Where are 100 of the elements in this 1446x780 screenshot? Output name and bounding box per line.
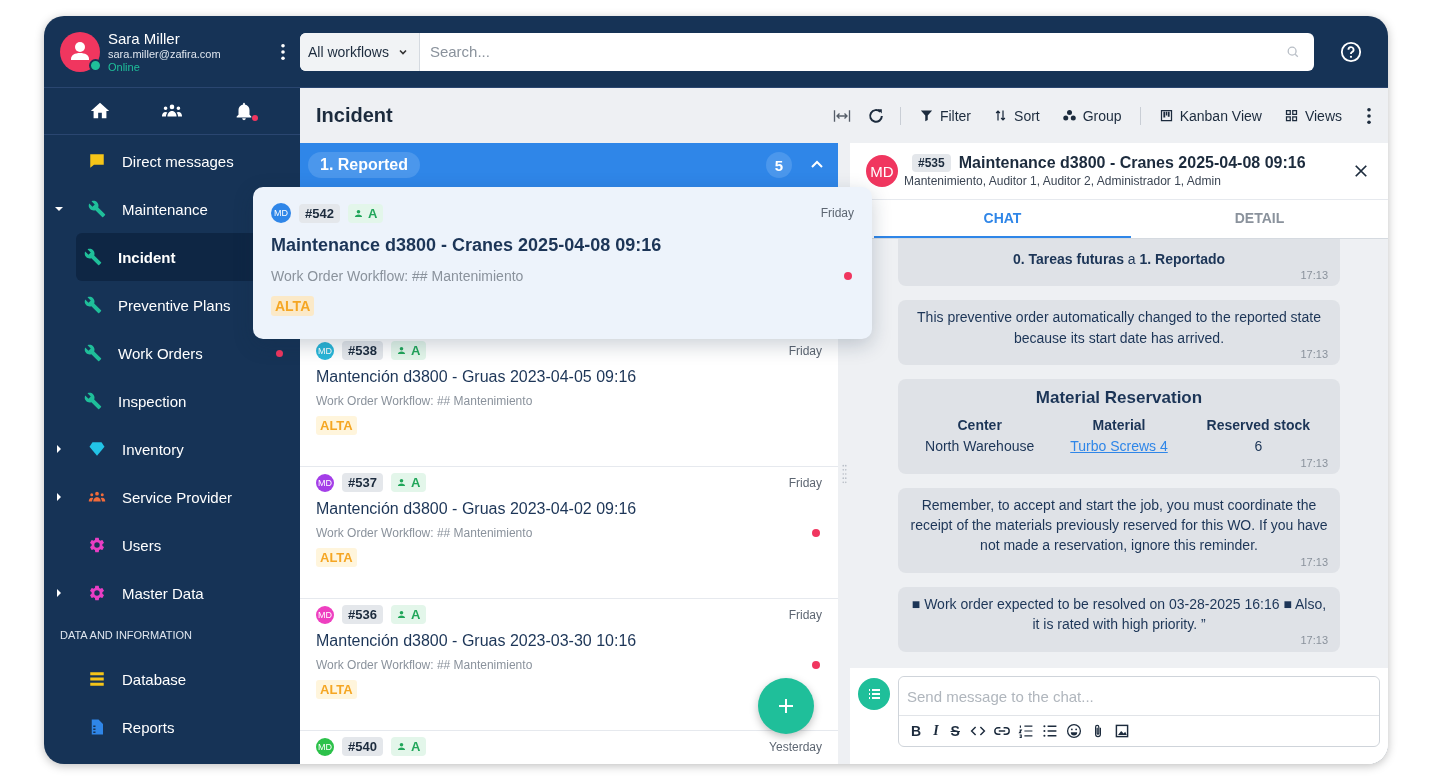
table-cell-text: 6 <box>1253 437 1264 457</box>
numbered-list-icon[interactable] <box>1017 723 1034 739</box>
sidebar-subitem[interactable]: Work Orders <box>76 329 253 377</box>
page-title: Incident <box>316 104 393 127</box>
toolbar-button[interactable]: Sort <box>989 105 1044 126</box>
sidebar-item[interactable]: Direct messages <box>44 137 253 185</box>
message-text: This preventive order automatically changed to the reported state because its start date has arrived. <box>916 308 1322 348</box>
more-menu-icon[interactable] <box>1366 106 1372 125</box>
person-icon <box>396 346 406 355</box>
gear-icon <box>88 584 106 602</box>
order-number: #537 <box>342 473 383 492</box>
order-title: Maintenance d3800 - Cranes 2025-04-08 09:16 <box>958 154 1306 172</box>
work-order-card[interactable]: MD #537 A Friday Mantención d3800 - Gruas 2023-04-02 09:16 Work Order Workflow: ## Mantenimiento ALTA <box>300 467 838 599</box>
database-icon <box>88 670 106 688</box>
members-list: Mantenimiento, Auditor 1, Auditor 2, Administrador 1, Admin <box>904 174 1340 188</box>
card-title: Mantención d3800 - Gruas 2023-04-05 09:16 <box>316 368 637 386</box>
wrench-icon <box>84 296 102 314</box>
group-count: 5 <box>766 152 792 178</box>
message-time: 17:13 <box>1300 555 1328 569</box>
card-title: Mantención d3800 - Gruas 2023-04-02 09:16 <box>316 500 637 518</box>
caret-icon[interactable] <box>56 493 62 501</box>
sidebar-item[interactable]: Users <box>44 521 253 569</box>
avatar: MD <box>271 203 291 223</box>
message-field[interactable]: Send message to the chat... B I S <box>898 676 1380 747</box>
user-name: Sara Miller <box>108 30 181 47</box>
sidebar-subitem[interactable]: Inspection <box>76 377 253 425</box>
message-text: Remember, to accept and start the job, you must coordinate the receipt of the materials previously reserved for this WO. If you have not made a reservation, ignore this reminder. <box>910 495 1328 556</box>
toolbar-button[interactable]: Kanban View <box>1154 105 1266 126</box>
user-status: Online <box>108 61 141 73</box>
board-icon <box>1158 108 1174 123</box>
section-heading: DATA AND INFORMATION <box>59 628 193 643</box>
sidebar-item[interactable]: Master Data <box>44 569 253 617</box>
order-number: #535 <box>912 154 951 172</box>
assignee-letter: A <box>367 205 378 221</box>
user-email: sara.miller@zafira.com <box>108 48 222 60</box>
sidebar-subitem[interactable]: Preventive Plans <box>76 281 253 329</box>
card-day: Friday <box>788 475 822 490</box>
work-order-card[interactable]: MD #540 A Yesterday <box>300 731 838 764</box>
column-header: Material <box>1091 415 1147 435</box>
wrench-icon <box>88 200 106 218</box>
grid-icon <box>1283 108 1299 123</box>
card-day: Friday <box>820 206 854 220</box>
assignee-letter: A <box>410 475 421 490</box>
avatar: MD <box>866 155 898 187</box>
card-day: Friday <box>788 607 822 622</box>
person-icon <box>396 610 406 619</box>
sidebar-item[interactable]: Maintenance <box>44 185 253 233</box>
table-cell-text: North Warehouse <box>924 437 1036 457</box>
help-icon[interactable] <box>1340 40 1362 63</box>
card-day: Yesterday <box>769 739 822 754</box>
group-label: 1. Reported <box>308 152 420 178</box>
plus-icon <box>776 696 796 716</box>
avatar: MD <box>316 605 334 624</box>
message-time: 17:13 <box>1300 634 1328 648</box>
format-button[interactable]: B <box>909 723 924 739</box>
message-time: 17:13 <box>1300 456 1328 470</box>
person-icon <box>396 478 406 487</box>
toolbar-button[interactable]: Views <box>1279 105 1346 126</box>
wrench-icon <box>84 344 102 362</box>
format-button[interactable]: I <box>931 723 941 739</box>
priority-tag: ALTA <box>316 548 357 567</box>
sidebar-item[interactable]: Inventory <box>44 425 253 473</box>
resize-handle[interactable] <box>841 462 847 485</box>
assignee-letter: A <box>410 739 421 754</box>
emoji-icon[interactable] <box>1065 723 1082 739</box>
wrench-icon <box>84 248 102 266</box>
close-icon[interactable] <box>1354 164 1368 178</box>
message-time: 17:13 <box>1300 348 1328 362</box>
card-workflow: Work Order Workflow: ## Mantenimiento <box>316 658 534 672</box>
column-header: Reserved stock <box>1205 415 1312 435</box>
priority-tag: ALTA <box>316 416 357 435</box>
user-avatar <box>60 31 100 72</box>
toolbar-button[interactable]: Group <box>1057 105 1126 126</box>
more-menu-icon[interactable] <box>280 42 286 61</box>
order-number: #536 <box>342 605 383 624</box>
sidebar-item[interactable]: Reports <box>44 703 253 751</box>
caret-icon[interactable] <box>56 445 62 453</box>
order-number: #538 <box>342 341 383 360</box>
message-text: ■ Work order expected to be resolved on 03-28-2025 16:16 ■ Also, it is rated with high priority. ” <box>910 594 1328 635</box>
search-field[interactable]: All workflows Search... <box>300 32 1314 71</box>
work-order-card[interactable]: MD #542 A Friday Maintenance d3800 - Cranes 2025-04-08 09:16 Work Order Workflow: ## Mantenimiento ALTA <box>253 187 872 339</box>
diamond-icon <box>88 440 106 458</box>
sidebar-subitem[interactable]: Incident <box>76 233 253 281</box>
workflow-dropdown[interactable]: All workflows <box>300 32 420 71</box>
message-title: Material Reservation <box>1035 387 1203 410</box>
person-icon <box>396 742 406 751</box>
image-icon[interactable] <box>1113 723 1130 739</box>
sidebar-item[interactable]: Database <box>44 655 253 703</box>
card-workflow: Work Order Workflow: ## Mantenimiento <box>316 394 534 408</box>
format-button[interactable]: S <box>948 723 962 739</box>
caret-icon[interactable] <box>56 589 62 597</box>
avatar: MD <box>316 737 334 756</box>
toolbar-button[interactable]: Filter <box>914 105 976 126</box>
card-title: Mantención d3800 - Gruas 2023-03-30 10:16 <box>316 632 637 650</box>
assignee-letter: A <box>410 343 421 358</box>
sidebar-item[interactable]: Service Provider <box>44 473 253 521</box>
card-day: Friday <box>788 343 822 358</box>
bullet-list-icon[interactable] <box>1041 723 1058 739</box>
person-icon <box>353 208 363 218</box>
caret-icon[interactable] <box>55 206 63 212</box>
